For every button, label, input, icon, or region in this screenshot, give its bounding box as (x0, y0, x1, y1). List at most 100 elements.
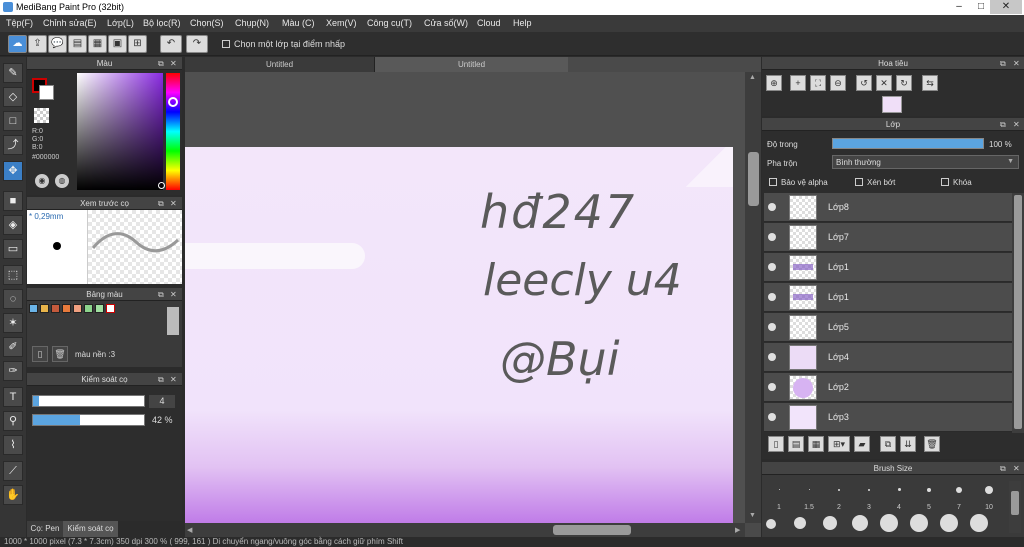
secondary-color-swatch[interactable] (39, 85, 54, 100)
brush-size-option[interactable]: 2 (824, 481, 854, 511)
brush-size-option[interactable] (940, 514, 958, 532)
eye-icon[interactable] (768, 293, 776, 301)
eyedropper-icon[interactable]: ⟋ (3, 461, 23, 481)
palette-swatch[interactable] (40, 304, 49, 313)
popout-icon[interactable]: ⧉ (158, 57, 164, 70)
horizontal-scrollbar[interactable]: ◀ ▶ (185, 523, 745, 537)
delete-palette-icon[interactable]: 🗑 (52, 346, 68, 362)
merge-layer-icon[interactable]: ⇊ (900, 436, 916, 452)
brush-size-slider[interactable] (32, 395, 145, 407)
stroke-icon[interactable]: ⤴ (3, 135, 23, 155)
eye-icon[interactable] (768, 383, 776, 391)
scroll-right-icon[interactable]: ▶ (735, 526, 740, 534)
brush-size-scrollbar[interactable] (1009, 481, 1021, 533)
navigator-thumbnail[interactable] (882, 96, 902, 113)
bucket-icon[interactable]: ◈ (3, 215, 23, 235)
redo-icon[interactable]: ↷ (186, 35, 208, 53)
lasso-icon[interactable]: ◌ (3, 289, 23, 309)
scroll-up-icon[interactable]: ▲ (749, 74, 756, 81)
layer-row[interactable]: Lớp7 (764, 223, 1012, 252)
rotate-left-icon[interactable]: ↺ (856, 75, 872, 91)
text-icon[interactable]: T (3, 387, 23, 407)
reset-icon[interactable]: ✕ (876, 75, 892, 91)
layers-scroll-thumb[interactable] (1014, 195, 1022, 429)
eye-icon[interactable] (768, 413, 776, 421)
eye-icon[interactable] (768, 353, 776, 361)
brush-size-option[interactable] (852, 515, 868, 531)
layer-row[interactable]: Lớp3 (764, 403, 1012, 432)
brush-size-option[interactable] (880, 514, 898, 532)
brush-size-option[interactable]: 1 (764, 481, 794, 511)
canvas-viewport[interactable]: hđ247 leecly u4 @Bụi (185, 72, 745, 523)
popout-icon[interactable]: ⧉ (1000, 57, 1006, 70)
menu-tools[interactable]: Công cụ(T) (367, 18, 412, 28)
tab-document-1[interactable]: Untitled (185, 57, 375, 72)
palette-swatch[interactable] (106, 304, 115, 313)
popout-icon[interactable]: ⧉ (1000, 462, 1006, 475)
layer-row[interactable]: Lớp2 (764, 373, 1012, 402)
menu-select[interactable]: Chọn(S) (190, 18, 224, 28)
zoom-out-icon[interactable]: ⊖ (830, 75, 846, 91)
transparent-swatch[interactable] (34, 108, 49, 123)
popout-icon[interactable]: ⧉ (158, 288, 164, 301)
scroll-down-icon[interactable]: ▼ (749, 512, 756, 519)
fit-icon[interactable]: ⛶ (810, 75, 826, 91)
palette-swatch[interactable] (95, 304, 104, 313)
zoom-in-small-icon[interactable]: + (790, 75, 806, 91)
popout-icon[interactable]: ⧉ (158, 197, 164, 210)
palette-swatch[interactable] (62, 304, 71, 313)
brush-size-option[interactable] (823, 516, 837, 530)
close-icon[interactable]: ✕ (1013, 57, 1020, 70)
folder-icon[interactable]: ▰ (854, 436, 870, 452)
vertical-scroll-thumb[interactable] (748, 152, 759, 206)
brush-size-option[interactable] (970, 514, 988, 532)
menu-color[interactable]: Màu (C) (282, 18, 315, 28)
layer-row[interactable]: Lớp8 (764, 193, 1012, 222)
menu-view[interactable]: Xem(V) (326, 18, 357, 28)
eye-icon[interactable] (768, 263, 776, 271)
close-icon[interactable]: ✕ (170, 57, 177, 70)
zoom-in-icon[interactable]: ⊕ (766, 75, 782, 91)
palette-icon[interactable]: ◉ (35, 174, 49, 188)
vertical-scrollbar[interactable]: ▲ ▼ (745, 72, 761, 523)
menu-edit[interactable]: Chỉnh sửa(E) (43, 18, 97, 28)
menu-filter[interactable]: Bộ lọc(R) (143, 18, 181, 28)
select-pen-icon[interactable]: ✐ (3, 337, 23, 357)
brush-size-option[interactable] (766, 519, 776, 529)
new-halftone-layer-icon[interactable]: ▤ (788, 436, 804, 452)
blend-mode-select[interactable]: Bình thường ▼ (832, 155, 1019, 169)
new-8bit-layer-icon[interactable]: ▦ (808, 436, 824, 452)
lock-checkbox[interactable] (941, 178, 949, 186)
hue-slider-handle[interactable] (168, 97, 178, 107)
chat-icon[interactable]: ▤ (68, 35, 87, 53)
eye-icon[interactable] (768, 233, 776, 241)
undo-icon[interactable]: ↶ (160, 35, 182, 53)
protect-alpha-checkbox[interactable] (769, 178, 777, 186)
duplicate-layer-icon[interactable]: ⧉ (880, 436, 896, 452)
comment-icon[interactable]: 💬 (48, 35, 67, 53)
new-palette-icon[interactable]: ▯ (32, 346, 48, 362)
layer-row[interactable]: Lớp5 (764, 313, 1012, 342)
saturation-value-picker[interactable] (77, 73, 163, 190)
palette-swatch[interactable] (51, 304, 60, 313)
rotate-right-icon[interactable]: ↻ (896, 75, 912, 91)
menu-help[interactable]: Help (513, 18, 532, 28)
hue-slider[interactable] (166, 73, 180, 190)
grid-icon[interactable]: ⊞ (128, 35, 147, 53)
clipping-checkbox[interactable] (855, 178, 863, 186)
fill-rect-icon[interactable]: ■ (3, 191, 23, 211)
tab-document-2[interactable]: Untitled (375, 57, 568, 72)
layer-row[interactable]: Lớp1 (764, 283, 1012, 312)
close-icon[interactable]: ✕ (170, 288, 177, 301)
magic-wand-icon[interactable]: ✶ (3, 313, 23, 333)
hand-icon[interactable]: ✋ (3, 485, 23, 505)
brush-size-option[interactable]: 3 (854, 481, 884, 511)
eye-icon[interactable] (768, 323, 776, 331)
eraser-icon[interactable]: ◇ (3, 87, 23, 107)
delete-layer-icon[interactable]: 🗑 (924, 436, 940, 452)
layer-opacity-slider[interactable] (832, 138, 984, 149)
menu-capture[interactable]: Chụp(N) (235, 18, 269, 28)
close-icon[interactable]: ✕ (1013, 118, 1020, 131)
brush-size-option[interactable]: 10 (974, 481, 1004, 511)
popout-icon[interactable]: ⧉ (1000, 118, 1006, 131)
